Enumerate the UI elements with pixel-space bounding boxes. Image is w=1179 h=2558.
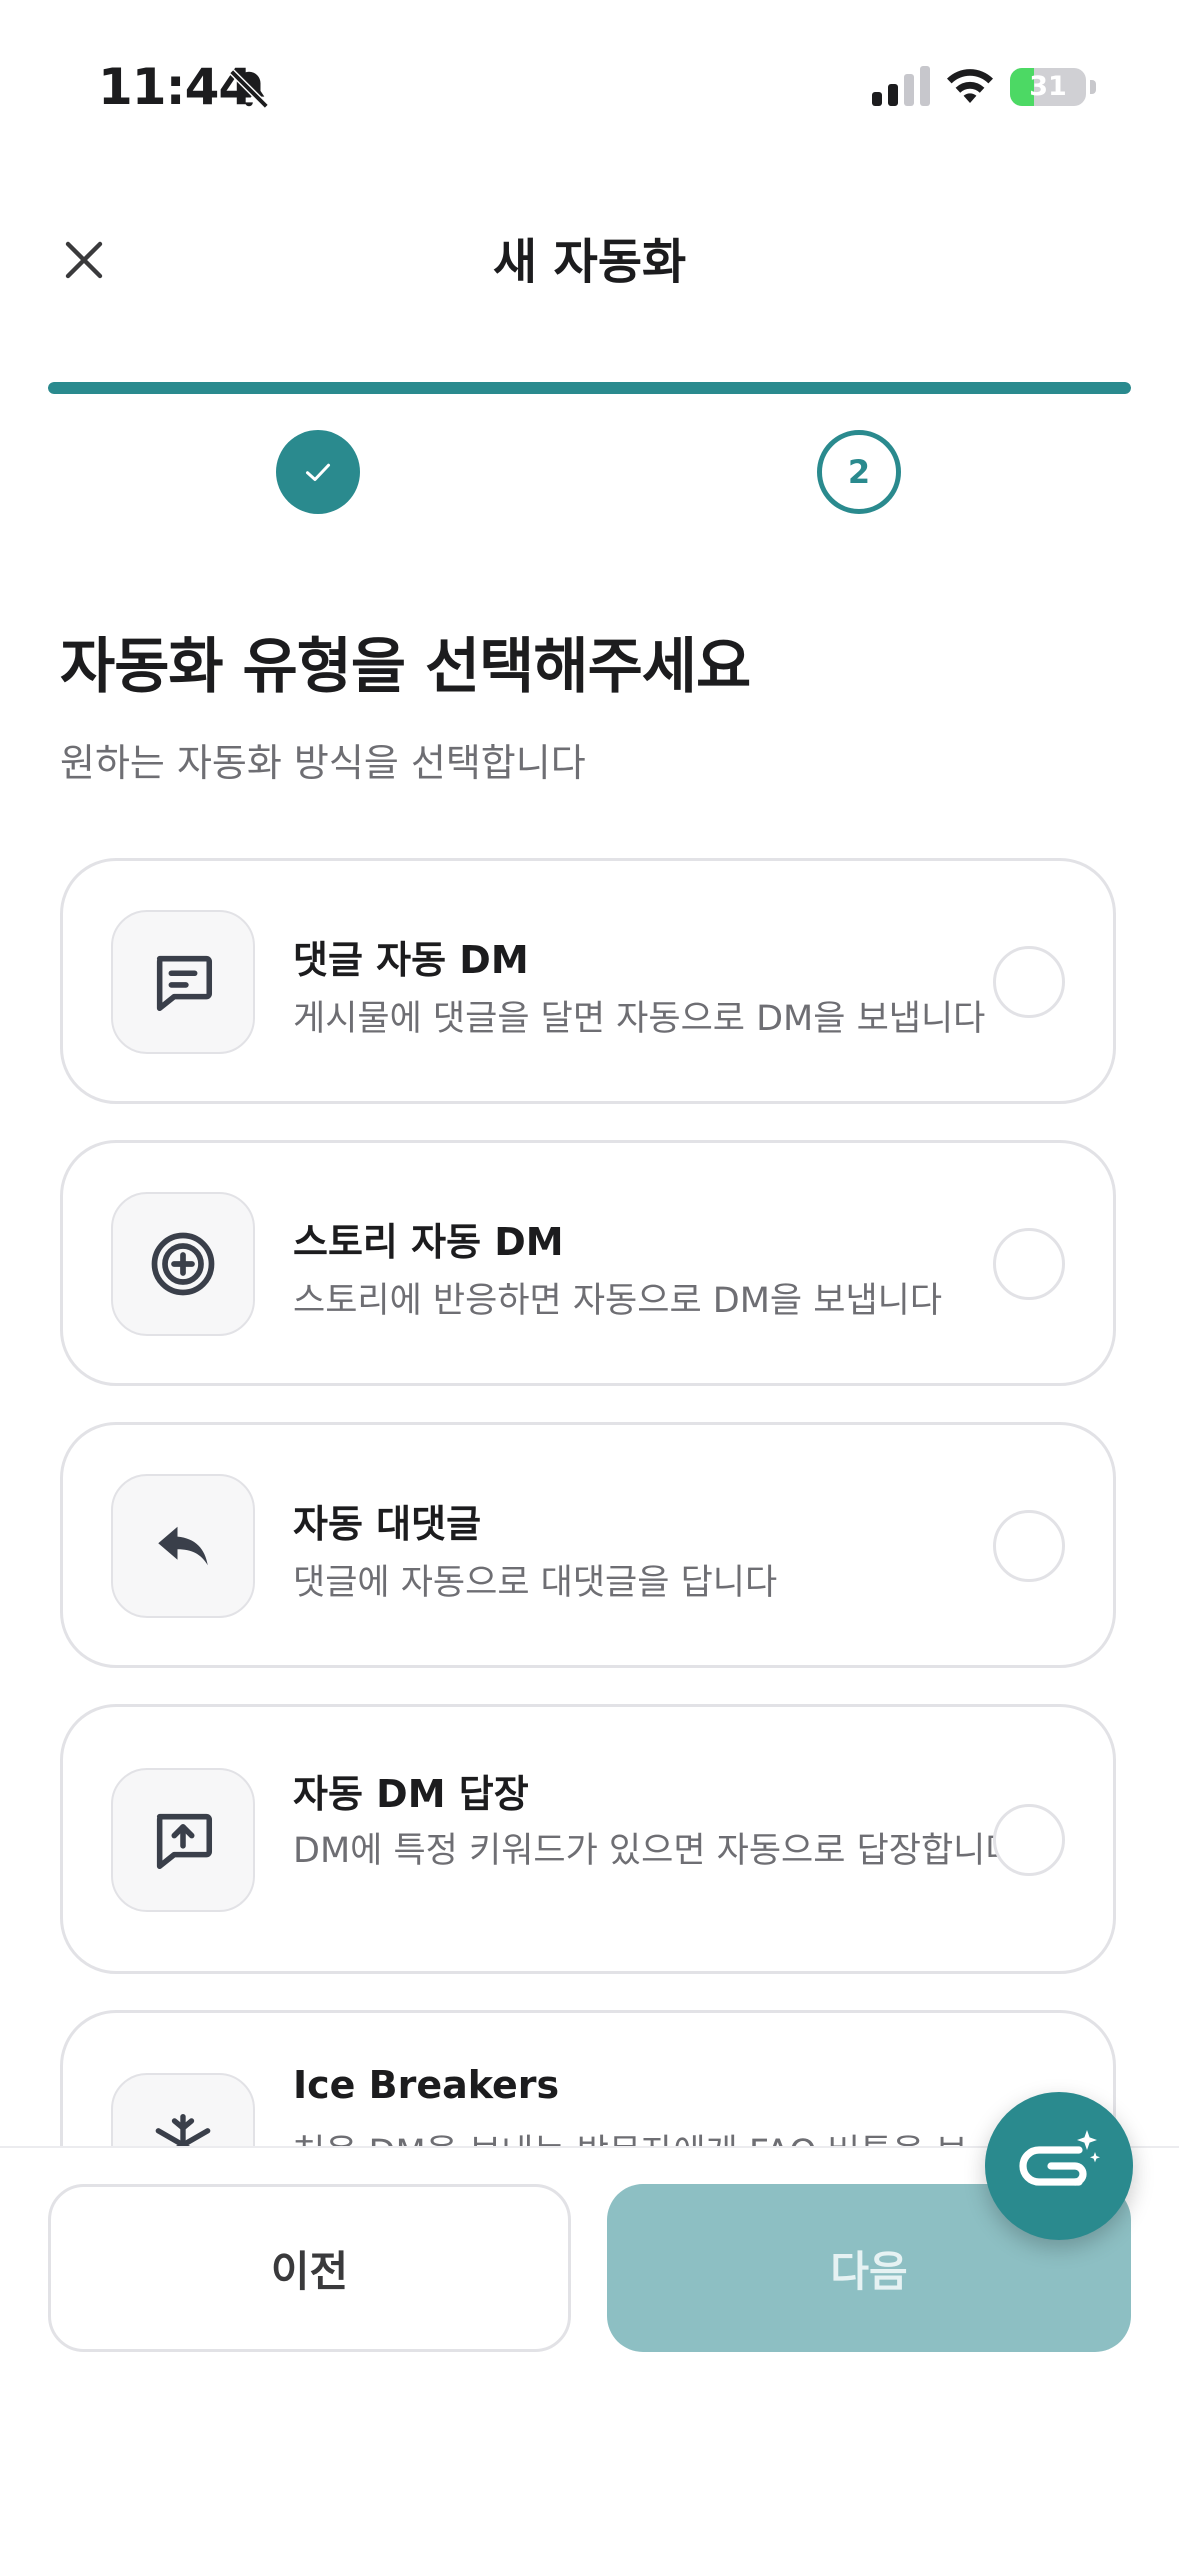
story-icon <box>151 1232 215 1296</box>
option-radio[interactable] <box>993 1228 1065 1300</box>
snowflake-icon <box>155 2113 211 2146</box>
option-icon-box <box>111 910 255 1054</box>
option-description: 게시물에 댓글을 달면 자동으로 DM을 보냅니다 <box>293 999 986 1039</box>
option-icon-box <box>111 1192 255 1336</box>
option-radio[interactable] <box>993 946 1065 1018</box>
option-story-auto-dm[interactable]: 스토리 자동 DM 스토리에 반응하면 자동으로 DM을 보냅니다 <box>60 1140 1116 1386</box>
option-comment-auto-dm[interactable]: 댓글 자동 DM 게시물에 댓글을 달면 자동으로 DM을 보냅니다 <box>60 858 1116 1104</box>
section-subtitle: 원하는 자동화 방식을 선택합니다 <box>60 741 586 785</box>
option-icon-box <box>111 2073 255 2146</box>
option-description: 댓글에 자동으로 대댓글을 답니다 <box>293 1563 778 1603</box>
dm-reply-icon <box>156 1813 213 1870</box>
option-auto-reply-comment[interactable]: 자동 대댓글 댓글에 자동으로 대댓글을 답니다 <box>60 1422 1116 1668</box>
previous-button[interactable]: 이전 <box>48 2184 571 2352</box>
ai-assistant-icon <box>1019 2130 1100 2186</box>
option-radio[interactable] <box>993 1804 1065 1876</box>
comment-icon <box>156 955 213 1012</box>
option-title: 스토리 자동 DM <box>293 1220 564 1264</box>
option-icon-box <box>111 1474 255 1618</box>
option-title: Ice Breakers <box>293 2063 560 2107</box>
option-title: 댓글 자동 DM <box>293 938 529 982</box>
option-title: 자동 DM 답장 <box>293 1772 529 1816</box>
option-title: 자동 대댓글 <box>293 1502 482 1546</box>
option-description: 스토리에 반응하면 자동으로 DM을 보냅니다 <box>293 1281 943 1321</box>
reply-icon <box>158 1526 208 1566</box>
option-icon-box <box>111 1768 255 1912</box>
option-list[interactable]: 자동화 유형을 선택해주세요 원하는 자동화 방식을 선택합니다 댓글 자동 D… <box>0 0 1179 2146</box>
option-auto-dm-reply[interactable]: 자동 DM 답장 DM에 특정 키워드가 있으면 자동으로 답장합니다 <box>60 1704 1116 1974</box>
ai-assistant-fab[interactable] <box>985 2092 1133 2240</box>
option-ice-breakers[interactable]: Ice Breakers 처음 DM을 보내는 방문자에게 FAQ 버튼을 보 <box>60 2010 1116 2146</box>
option-description: DM에 특정 키워드가 있으면 자동으로 답장합니다 <box>293 1831 1018 1871</box>
option-radio[interactable] <box>993 1510 1065 1582</box>
section-title: 자동화 유형을 선택해주세요 <box>60 632 751 702</box>
option-description: 처음 DM을 보내는 방문자에게 FAQ 버튼을 보 <box>293 2125 1033 2146</box>
